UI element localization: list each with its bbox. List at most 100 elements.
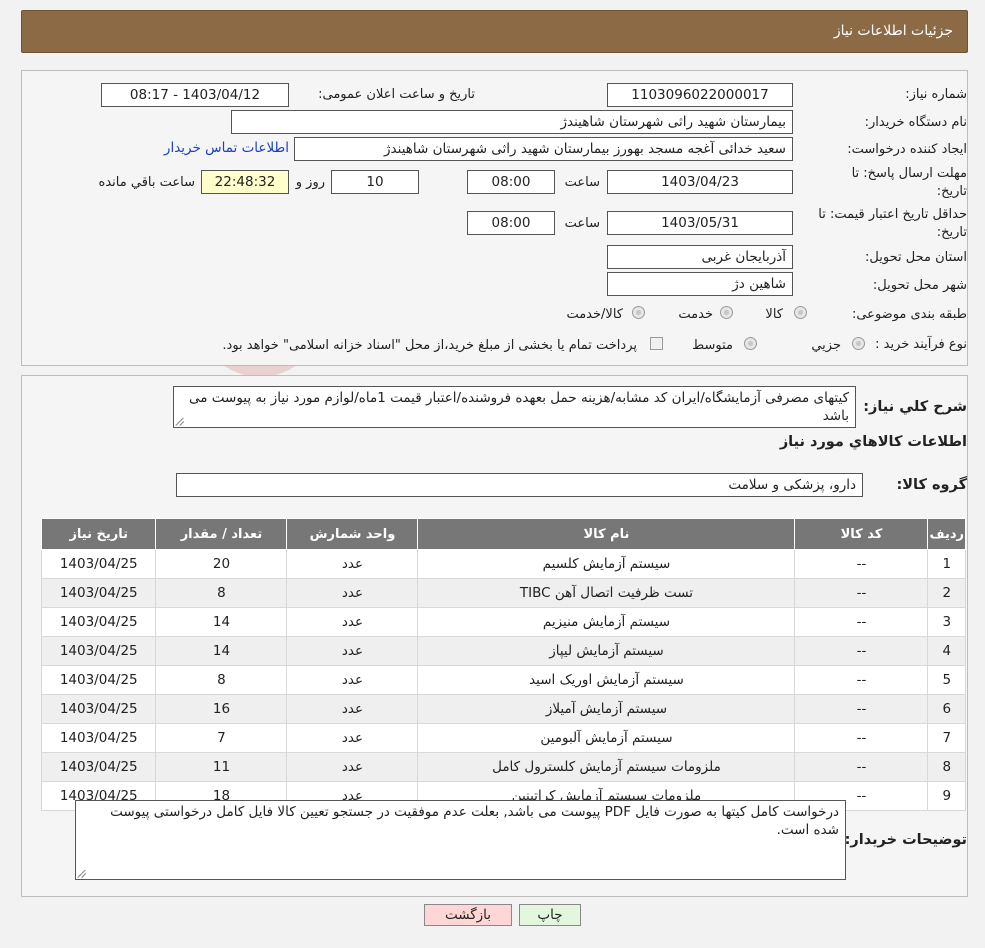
cell-unit: عدد: [286, 636, 419, 666]
col-goods-code: كد كالا: [794, 518, 929, 550]
cell-code: --: [794, 607, 929, 637]
category-option-goods: کالا: [765, 307, 783, 322]
table-row: 6 -- سیستم آزمایش آمیلاز عدد 16 1403/04/25: [40, 694, 966, 724]
category-radio-goods-service[interactable]: [632, 306, 645, 319]
city-label: شهر محل تحویل:: [872, 278, 967, 293]
goods-section-title: اطلاعات كالاهاي مورد نياز: [779, 434, 967, 450]
cell-qty: 14: [155, 607, 288, 637]
process-radio-medium[interactable]: [744, 337, 757, 350]
cell-date: 1403/04/25: [40, 607, 157, 637]
table-row: 3 -- سیستم آزمایش منیزیم عدد 14 1403/04/25: [40, 607, 966, 637]
col-row-number: رديف: [927, 518, 966, 550]
cell-date: 1403/04/25: [40, 723, 157, 753]
buyer-contact-link[interactable]: اطلاعات تماس خریدار: [164, 140, 289, 156]
cell-qty: 20: [155, 549, 288, 579]
cell-row: 7: [927, 723, 966, 753]
deadline-date-field: 1403/04/23: [607, 170, 793, 194]
cell-date: 1403/04/25: [40, 752, 157, 782]
table-row: 7 -- سیستم آزمایش آلبومین عدد 7 1403/04/25: [40, 723, 966, 753]
back-button[interactable]: بازگشت: [424, 904, 512, 926]
col-unit: واحد شمارش: [286, 518, 419, 550]
validity-label-date: تاریخ:: [936, 225, 967, 240]
resize-grip-icon[interactable]: [78, 868, 88, 878]
col-goods-name: نام كالا: [417, 518, 796, 550]
cell-qty: 14: [155, 636, 288, 666]
cell-code: --: [794, 665, 929, 695]
cell-name: سیستم آزمایش کلسیم: [417, 549, 796, 579]
province-label: استان محل تحویل:: [865, 250, 967, 265]
table-row: 2 -- تست ظرفیت اتصال آهن TIBC عدد 8 1403/04/2…: [40, 578, 966, 608]
cell-name: سیستم آزمایش منیزیم: [417, 607, 796, 637]
days-remaining-field: 10: [331, 170, 419, 194]
remaining-time-field: 22:48:32: [201, 170, 289, 194]
process-radio-minor[interactable]: [852, 337, 865, 350]
cell-unit: عدد: [286, 549, 419, 579]
category-radio-goods[interactable]: [794, 306, 807, 319]
goods-table-body: 1 -- سیستم آزمایش کلسیم عدد 20 1403/04/25 2 --…: [40, 549, 966, 811]
cell-row: 2: [927, 578, 966, 608]
cell-row: 9: [927, 781, 966, 811]
cell-unit: عدد: [286, 723, 419, 753]
process-option-medium: متوسط: [692, 338, 733, 353]
province-field: آذربایجان غربی: [607, 245, 793, 269]
col-need-date: تاريخ نياز: [40, 518, 157, 550]
validity-date-field: 1403/05/31: [607, 211, 793, 235]
table-row: 8 -- ملزومات سیستم آزمایش کلسترول کامل عدد 1…: [40, 752, 966, 782]
col-quantity: تعداد / مقدار: [155, 518, 288, 550]
creator-field: سعید خدائی آغجه مسجد بهورز بیمارستان شهی…: [294, 137, 793, 161]
cell-date: 1403/04/25: [40, 665, 157, 695]
cell-row: 5: [927, 665, 966, 695]
cell-name: سیستم آزمایش آلبومین: [417, 723, 796, 753]
cell-code: --: [794, 723, 929, 753]
cell-code: --: [794, 636, 929, 666]
remaining-time-label: ساعت باقي مانده: [98, 175, 195, 190]
description-text: کیتهای مصرفی آزمایشگاه/ایران کد مشابه/هز…: [173, 386, 856, 428]
announce-datetime-field: 1403/04/12 - 08:17: [101, 83, 289, 107]
buyer-notes-text: درخواست کامل کیتها به صورت فایل PDF پیوس…: [75, 800, 846, 880]
cell-name: سیستم آزمایش آمیلاز: [417, 694, 796, 724]
description-label: شرح كلي نياز:: [863, 399, 967, 415]
table-row: 1 -- سیستم آزمایش کلسیم عدد 20 1403/04/25: [40, 549, 966, 579]
days-label: روز و: [295, 175, 325, 190]
cell-name: ملزومات سیستم آزمایش کلسترول کامل: [417, 752, 796, 782]
resize-grip-icon[interactable]: [176, 416, 186, 426]
validity-label: حداقل تاریخ اعتبار قیمت: تا: [818, 207, 967, 222]
category-label: طبقه بندی موضوعی:: [851, 307, 967, 322]
creator-label: ایجاد کننده درخواست:: [847, 142, 967, 157]
treasury-bonds-checkbox[interactable]: [650, 337, 663, 350]
city-field: شاهین دژ: [607, 272, 793, 296]
cell-qty: 8: [155, 578, 288, 608]
cell-name: سیستم آزمایش اوریک اسید: [417, 665, 796, 695]
description-content: کیتهای مصرفی آزمایشگاه/ایران کد مشابه/هز…: [188, 390, 849, 424]
print-button[interactable]: چاپ: [519, 904, 581, 926]
cell-qty: 7: [155, 723, 288, 753]
cell-code: --: [794, 578, 929, 608]
table-header-row: رديف كد كالا نام كالا واحد شمارش تعداد /…: [40, 518, 966, 550]
buyer-notes-label: توضیحات خریدار:: [844, 832, 967, 848]
cell-row: 3: [927, 607, 966, 637]
buyer-org-label: نام دستگاه خریدار:: [864, 115, 967, 130]
cell-row: 6: [927, 694, 966, 724]
process-option-minor: جزیي: [811, 338, 841, 353]
validity-time-field: 08:00: [467, 211, 555, 235]
deadline-label: مهلت ارسال پاسخ: تا: [851, 166, 967, 181]
cell-qty: 16: [155, 694, 288, 724]
cell-row: 8: [927, 752, 966, 782]
buyer-org-field: بیمارستان شهید راثی شهرستان شاهیندژ: [231, 110, 793, 134]
goods-group-label: گروه كالا:: [896, 477, 967, 493]
deadline-time-field: 08:00: [467, 170, 555, 194]
announce-label: تاریخ و ساعت اعلان عمومی:: [318, 87, 475, 102]
cell-date: 1403/04/25: [40, 578, 157, 608]
payment-note: پرداخت تمام یا بخشی از مبلغ خرید،از محل …: [222, 338, 637, 353]
category-radio-service[interactable]: [720, 306, 733, 319]
cell-unit: عدد: [286, 578, 419, 608]
process-label: نوع فرآیند خرید :: [875, 337, 967, 352]
cell-code: --: [794, 694, 929, 724]
page-title: جزئیات اطلاعات نیاز: [833, 23, 953, 39]
buyer-notes-content: درخواست کامل کیتها به صورت فایل PDF پیوس…: [110, 804, 839, 838]
goods-table: رديف كد كالا نام كالا واحد شمارش تعداد /…: [40, 518, 966, 811]
validity-time-label: ساعت: [564, 216, 600, 231]
cell-unit: عدد: [286, 665, 419, 695]
cell-qty: 11: [155, 752, 288, 782]
deadline-label-date: تاریخ:: [936, 184, 967, 199]
